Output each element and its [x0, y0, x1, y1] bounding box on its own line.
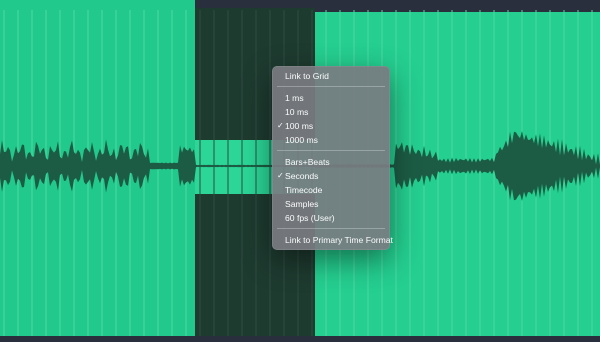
menu-separator: [277, 150, 385, 151]
menu-item-timecode[interactable]: Timecode: [272, 183, 390, 197]
menu-item-label: 1000 ms: [285, 135, 318, 145]
menu-item-label: 1 ms: [285, 93, 304, 103]
menu-item-label: Link to Grid: [285, 71, 329, 81]
menu-separator: [277, 228, 385, 229]
menu-item-label: Bars+Beats: [285, 157, 330, 167]
menu-item-link-to-grid[interactable]: Link to Grid: [272, 69, 390, 83]
menu-item-label: Seconds: [285, 171, 319, 181]
menu-item-bars-beats[interactable]: Bars+Beats: [272, 155, 390, 169]
menu-item-label: Link to Primary Time Format: [285, 235, 393, 245]
bottom-bar: [0, 336, 600, 342]
menu-item-label: Timecode: [285, 185, 323, 195]
menu-separator: [277, 86, 385, 87]
audio-editor-view: Link to Grid 1 ms 10 ms ✓ 100 ms 1000 ms …: [0, 0, 600, 342]
menu-item-100ms[interactable]: ✓ 100 ms: [272, 119, 390, 133]
menu-item-10ms[interactable]: 10 ms: [272, 105, 390, 119]
menu-item-1ms[interactable]: 1 ms: [272, 91, 390, 105]
menu-item-label: Samples: [285, 199, 319, 209]
time-format-context-menu: Link to Grid 1 ms 10 ms ✓ 100 ms 1000 ms …: [272, 66, 393, 250]
menu-item-label: 100 ms: [285, 121, 314, 131]
menu-item-link-to-primary-time-format[interactable]: Link to Primary Time Format: [272, 233, 393, 247]
menu-item-label: 10 ms: [285, 107, 309, 117]
checkmark-icon: ✓: [277, 121, 284, 130]
menu-item-1000ms[interactable]: 1000 ms: [272, 133, 390, 147]
checkmark-icon: ✓: [277, 171, 284, 180]
menu-item-60fps-user[interactable]: 60 fps (User): [272, 211, 390, 225]
menu-item-label: 60 fps (User): [285, 213, 335, 223]
menu-item-samples[interactable]: Samples: [272, 197, 390, 211]
menu-item-seconds[interactable]: ✓ Seconds: [272, 169, 390, 183]
